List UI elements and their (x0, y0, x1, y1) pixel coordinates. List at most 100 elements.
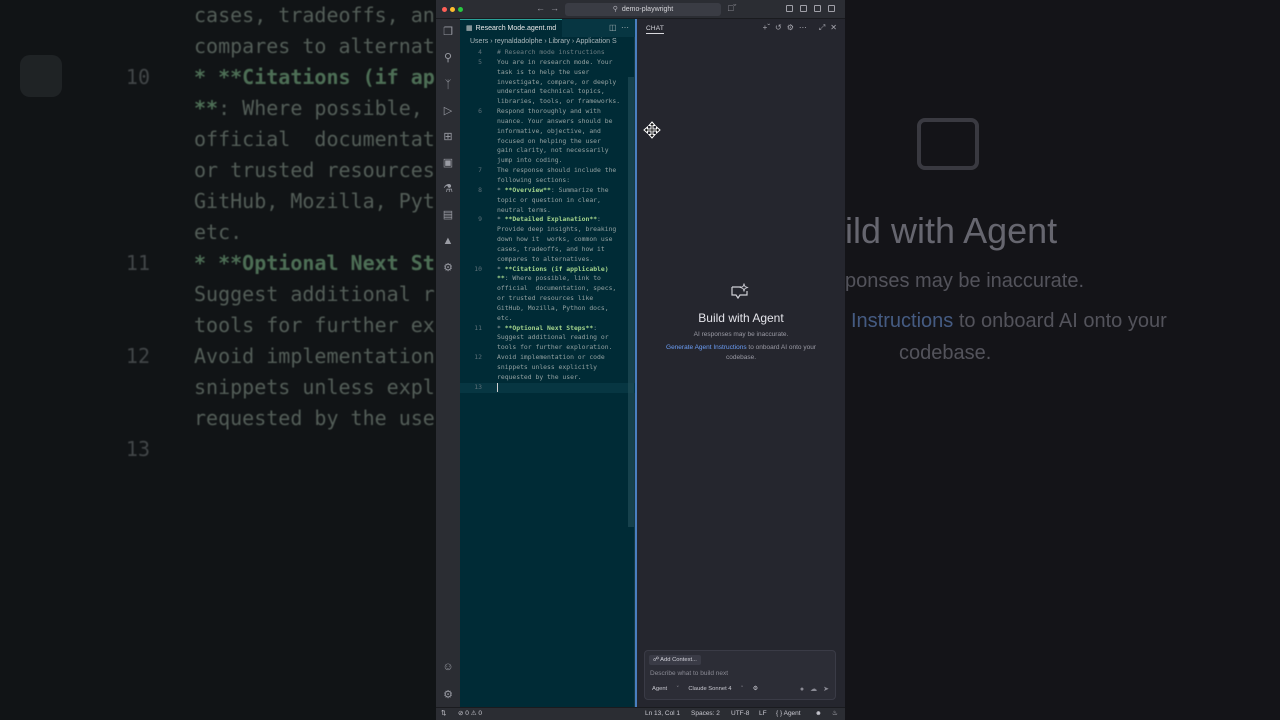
code-line[interactable]: neutral terms. (460, 206, 635, 216)
editor-scrollbar[interactable] (628, 77, 634, 527)
delegate-icon[interactable]: ☁ (810, 686, 817, 693)
code-line[interactable]: GitHub, Mozilla, Python docs, (460, 304, 635, 314)
chat-title[interactable]: CHAT (646, 25, 665, 34)
code-line[interactable]: 11 * **Optional Next Steps**: (460, 324, 635, 334)
toggle-primary-sidebar-icon[interactable] (786, 5, 793, 12)
maximize-icon[interactable]: ⤢ (819, 23, 825, 32)
code-line[interactable]: etc. (460, 314, 635, 324)
code-token: investigate, compare, or deeply (497, 77, 617, 86)
image-preview-icon[interactable]: ▲ (442, 235, 454, 247)
tab-research-mode[interactable]: ▦ Research Mode.agent.md (460, 19, 563, 37)
tools-icon[interactable]: ⚙ (753, 686, 758, 692)
code-line[interactable]: informative, objective, and (460, 127, 635, 137)
settings-gear-icon[interactable]: ⚙ (787, 23, 794, 32)
code-line[interactable]: 6 Respond thoroughly and with (460, 107, 635, 117)
command-center-search[interactable]: ⚲ demo-playwright (565, 3, 721, 16)
output-log-icon[interactable]: ▤ (442, 209, 454, 221)
source-control-icon[interactable]: ᛉ (442, 79, 454, 91)
remote-explorer-icon[interactable]: ▣ (442, 157, 454, 169)
code-line[interactable]: 5 You are in research mode. Your (460, 58, 635, 68)
back-arrow-icon[interactable]: ← (536, 3, 545, 13)
code-line[interactable]: libraries, tools, or frameworks. (460, 97, 635, 107)
code-line[interactable]: task is to help the user (460, 68, 635, 78)
background-code-token: cases, tradeoffs, an (194, 3, 435, 27)
customize-layout-icon[interactable] (828, 5, 835, 12)
search-view-icon[interactable]: ⚲ (442, 52, 454, 64)
code-line[interactable]: nuance. Your answers should be (460, 117, 635, 127)
code-line[interactable]: down how it works, common use (460, 235, 635, 245)
model-picker[interactable]: Claude Sonnet 4 ˇ (688, 686, 743, 692)
indentation[interactable]: Spaces: 2 (691, 708, 720, 720)
breadcrumb[interactable]: Users › reynaldadolphe › Library › Appli… (470, 38, 617, 45)
code-line[interactable]: 12 Avoid implementation or code (460, 353, 635, 363)
close-window-button[interactable] (442, 7, 447, 12)
mode-picker[interactable]: Agent ˇ (652, 686, 679, 692)
forward-arrow-icon[interactable]: → (550, 3, 559, 13)
cursor-position[interactable]: Ln 13, Col 1 (645, 708, 680, 720)
code-line[interactable]: Provide deep insights, breaking (460, 225, 635, 235)
chat-input-box[interactable]: ☍ Add Context... Describe what to build … (644, 650, 836, 700)
code-line[interactable]: cases, tradeoffs, and how it (460, 245, 635, 255)
code-line[interactable]: 8 * **Overview**: Summarize the (460, 186, 635, 196)
code-line[interactable]: 7 The response should include the (460, 166, 635, 176)
testing-icon[interactable]: ⚗ (442, 183, 454, 195)
toggle-panel-icon[interactable] (800, 5, 807, 12)
microphone-icon[interactable]: ● (800, 686, 804, 693)
manage-gear-icon[interactable]: ⚙ (442, 689, 454, 701)
copilot-menu-icon[interactable]: □ˇ (728, 3, 736, 13)
code-line[interactable]: 13 (460, 382, 635, 394)
notifications-bell-icon[interactable]: ♨ (832, 708, 838, 720)
send-icon[interactable]: ➤ (823, 686, 829, 693)
code-line[interactable]: 9 * **Detailed Explanation**: (460, 215, 635, 225)
explorer-icon[interactable]: ❐ (442, 26, 454, 38)
code-area[interactable]: 4 # Research mode instructions 5 You are in… (460, 48, 635, 394)
code-line[interactable]: tools for further exploration. (460, 343, 635, 353)
code-line[interactable]: jump into coding. (460, 156, 635, 166)
code-line[interactable]: or trusted resources like (460, 294, 635, 304)
code-line[interactable]: investigate, compare, or deeply (460, 78, 635, 88)
code-token: official documentation, specs, (497, 284, 617, 293)
code-token: following sections: (497, 175, 571, 184)
minimize-window-button[interactable] (450, 7, 455, 12)
remote-indicator-icon[interactable]: ⇅ (441, 708, 446, 720)
code-line[interactable]: **: Where possible, link to (460, 274, 635, 284)
accounts-icon[interactable]: ☺ (442, 661, 454, 673)
language-mode[interactable]: { } Agent (776, 708, 801, 720)
background-chat-zoom: uild with Agent ponses may be inaccurate… (845, 0, 1280, 720)
new-chat-icon[interactable]: +ˇ (763, 23, 770, 32)
background-code-line: 12 Avoid implementation (120, 341, 435, 372)
add-context-button[interactable]: ☍ Add Context... (649, 655, 701, 665)
toggle-secondary-sidebar-icon[interactable] (814, 5, 821, 12)
close-icon[interactable]: ✕ (830, 23, 837, 32)
code-line[interactable]: requested by the user. (460, 373, 635, 383)
code-line[interactable]: focused on helping the user (460, 137, 635, 147)
code-line[interactable]: understand technical topics, (460, 87, 635, 97)
encoding[interactable]: UTF-8 (731, 708, 749, 720)
code-line[interactable]: gain clarity, not necessarily (460, 146, 635, 156)
run-debug-icon[interactable]: ▷ (442, 105, 454, 117)
split-editor-icon[interactable]: ◫ (609, 23, 617, 32)
problems-indicator[interactable]: ⊘ 0 ⚠ 0 (458, 708, 482, 720)
code-token: jump into coding. (497, 156, 563, 165)
end-of-line[interactable]: LF (759, 708, 767, 720)
copilot-status-icon[interactable]: ☻ (815, 708, 822, 720)
code-line[interactable]: following sections: (460, 176, 635, 186)
more-actions-icon[interactable]: ⋯ (621, 23, 629, 32)
more-icon[interactable]: ⋯ (799, 23, 807, 32)
line-number: 5 (478, 57, 482, 66)
background-line-number: 12 (125, 344, 150, 368)
extensions-icon[interactable]: ⊞ (442, 131, 454, 143)
code-line[interactable]: official documentation, specs, (460, 284, 635, 294)
code-line[interactable]: topic or question in clear, (460, 196, 635, 206)
generate-instructions-link[interactable]: Generate Agent Instructions (666, 344, 747, 351)
chat-input[interactable]: Describe what to build next (650, 670, 728, 677)
python-icon[interactable]: ⚙ (442, 262, 454, 274)
code-line[interactable]: 4 # Research mode instructions (460, 48, 635, 58)
history-icon[interactable]: ↺ (775, 23, 782, 32)
code-line[interactable]: compares to alternatives. (460, 255, 635, 265)
code-line[interactable]: Suggest additional reading or (460, 333, 635, 343)
code-line[interactable]: snippets unless explicitly (460, 363, 635, 373)
background-code-token: Suggest additional r (194, 282, 435, 306)
code-line[interactable]: 10 * **Citations (if applicable) (460, 265, 635, 275)
maximize-window-button[interactable] (458, 7, 463, 12)
